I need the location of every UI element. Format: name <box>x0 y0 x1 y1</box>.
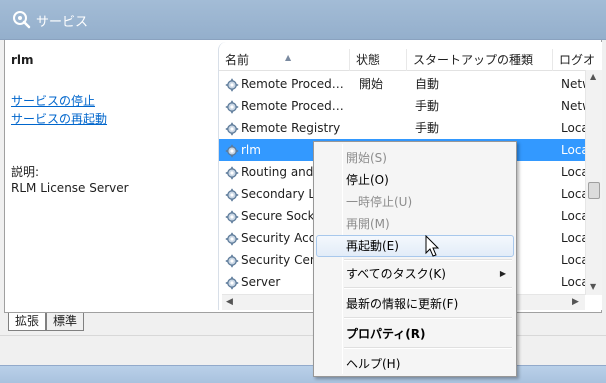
service-gear-icon <box>225 209 239 224</box>
menu-item-refresh[interactable]: 最新の情報に更新(F) <box>316 293 514 315</box>
description-label: 説明: <box>11 165 40 179</box>
column-status[interactable]: 状態 <box>350 49 407 71</box>
service-gear-icon <box>225 143 239 158</box>
column-logon[interactable]: ログオ <box>553 49 602 71</box>
menu-separator <box>344 287 512 289</box>
mouse-pointer-icon <box>425 235 440 257</box>
title-band: サービス <box>0 0 606 40</box>
service-gear-icon <box>225 187 239 202</box>
menu-item-restart[interactable]: 再起動(E) <box>316 235 514 257</box>
row-name: Remote Proced… <box>241 77 344 91</box>
column-header: 名前 ▲ 状態 スタートアップの種類 ログオ <box>219 49 602 71</box>
menu-item-label: 開始(S) <box>346 151 387 165</box>
tab-extended[interactable]: 拡張 <box>8 313 47 331</box>
row-startup-type: 自動 <box>415 77 440 91</box>
service-gear-icon <box>225 165 239 180</box>
row-name: Remote Registry <box>241 121 341 135</box>
menu-item-label: 停止(O) <box>346 173 389 187</box>
menu-item-label: すべてのタスク(K) <box>346 267 446 281</box>
service-gear-icon <box>225 99 239 114</box>
window-title: サービス <box>36 15 89 30</box>
menu-item-start[interactable]: 開始(S) <box>316 147 514 169</box>
scroll-up-arrow-icon[interactable]: ▲ <box>590 72 596 81</box>
column-name-label: 名前 <box>225 53 250 67</box>
menu-item-label: 再開(M) <box>346 217 390 231</box>
description-text: RLM License Server <box>11 181 129 195</box>
scroll-right-arrow-icon[interactable]: ▶ <box>572 297 579 307</box>
service-gear-icon <box>225 77 239 92</box>
restart-service-link[interactable]: サービスの再起動 <box>11 110 107 127</box>
menu-item-properties[interactable]: プロパティ(R) <box>316 323 514 345</box>
service-gear-icon <box>225 121 239 136</box>
menu-item-resume[interactable]: 再開(M) <box>316 213 514 235</box>
service-gear-icon <box>225 253 239 268</box>
services-gear-icon <box>13 11 31 29</box>
selected-service-name: rlm <box>11 53 34 67</box>
scroll-down-arrow-icon[interactable]: ▼ <box>590 282 596 291</box>
column-name[interactable]: 名前 ▲ <box>219 49 350 71</box>
menu-item-pause[interactable]: 一時停止(U) <box>316 191 514 213</box>
scroll-left-arrow-icon[interactable]: ◀ <box>226 297 233 307</box>
menu-item-label: 再起動(E) <box>346 239 399 253</box>
menu-item-label: 最新の情報に更新(F) <box>346 297 459 311</box>
menu-item-label: ヘルプ(H) <box>346 357 401 371</box>
menu-item-help[interactable]: ヘルプ(H) <box>316 353 514 375</box>
row-status: 開始 <box>359 77 384 91</box>
menu-item-label: 一時停止(U) <box>346 195 413 209</box>
description-pane: rlm サービスの停止 サービスの再起動 説明: RLM License Ser… <box>5 40 217 312</box>
menu-separator <box>344 317 512 319</box>
menu-item-label: プロパティ(R) <box>346 327 426 341</box>
menu-separator <box>344 259 512 261</box>
menu-item-all-tasks[interactable]: すべてのタスク(K) ▶ <box>316 263 514 285</box>
column-startup-type[interactable]: スタートアップの種類 <box>407 49 553 71</box>
context-menu: 開始(S) 停止(O) 一時停止(U) 再開(M) 再起動(E) すべてのタスク(K) ▶ 最… <box>313 141 517 377</box>
service-gear-icon <box>225 275 239 290</box>
vertical-scrollbar[interactable]: ▲ ▼ <box>585 70 602 295</box>
service-gear-icon <box>225 231 239 246</box>
table-row[interactable]: Remote Registry 手動 Loca <box>219 117 589 139</box>
row-name: Remote Proced… <box>241 99 344 113</box>
table-row[interactable]: Remote Proced… 手動 Netw <box>219 95 592 117</box>
submenu-arrow-icon: ▶ <box>499 269 506 278</box>
table-row[interactable]: Remote Proced… 開始 自動 Netw <box>219 73 592 95</box>
vertical-scroll-thumb[interactable] <box>588 182 600 199</box>
menu-item-stop[interactable]: 停止(O) <box>316 169 514 191</box>
sort-ascending-icon: ▲ <box>285 53 292 62</box>
row-startup-type: 手動 <box>415 121 440 135</box>
stop-service-link[interactable]: サービスの停止 <box>11 92 95 109</box>
services-window: サービス rlm サービスの停止 サービスの再起動 説明: RLM Licens… <box>0 0 606 383</box>
tab-standard[interactable]: 標準 <box>46 313 85 331</box>
menu-separator <box>344 347 512 349</box>
row-startup-type: 手動 <box>415 99 440 113</box>
